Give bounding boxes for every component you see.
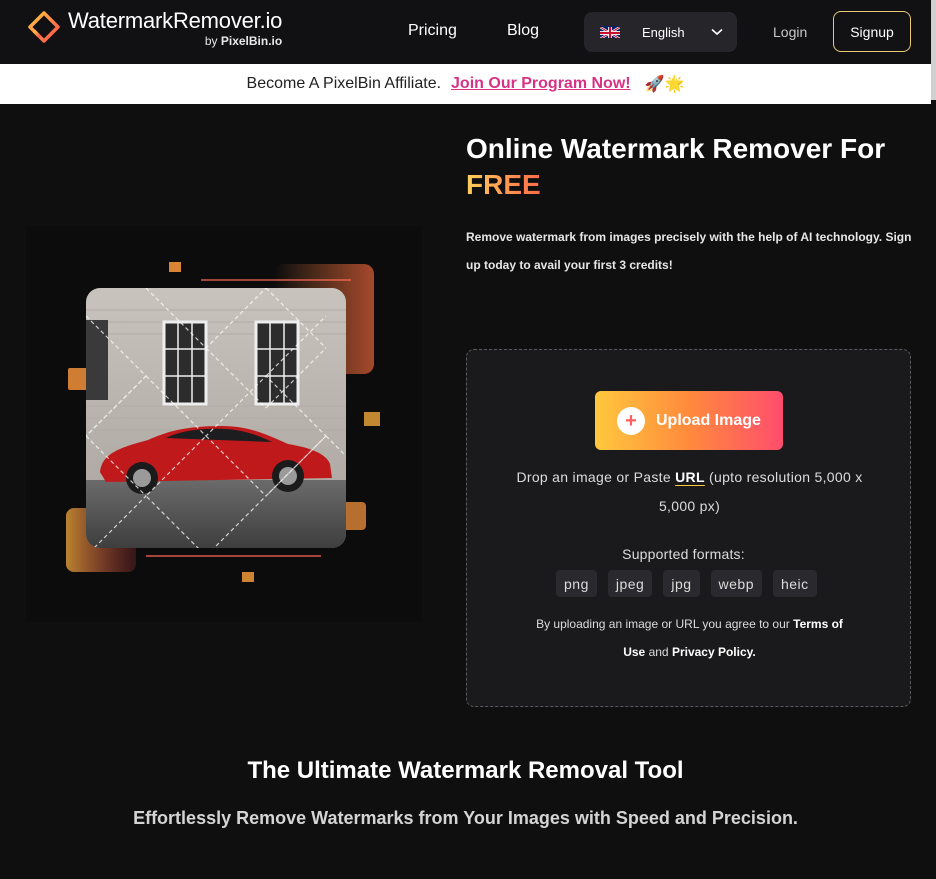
- hero-title: Online Watermark Remover For: [466, 133, 886, 164]
- hero-car-illustration: [26, 226, 422, 622]
- upload-image-button[interactable]: + Upload Image: [595, 391, 783, 450]
- language-select[interactable]: English: [584, 12, 737, 52]
- site-logo[interactable]: WatermarkRemover.io by PixelBin.io: [24, 8, 282, 48]
- plus-icon: +: [617, 406, 645, 435]
- nav-pricing-link[interactable]: Pricing: [408, 22, 457, 40]
- upload-button-label: Upload Image: [656, 411, 761, 429]
- banner-text: Become A PixelBin Affiliate.: [246, 75, 442, 92]
- format-chip: png: [556, 570, 597, 597]
- top-navbar: WatermarkRemover.io by PixelBin.io Prici…: [0, 0, 936, 64]
- logo-subtitle: by PixelBin.io: [204, 34, 283, 48]
- language-label: English: [642, 24, 685, 40]
- terms-notice: By uploading an image or URL you agree t…: [536, 617, 843, 659]
- format-chip: webp: [710, 570, 762, 597]
- format-chip: jpeg: [607, 570, 653, 597]
- join-program-link[interactable]: Join Our Program Now!: [451, 75, 631, 93]
- nav-blog-link[interactable]: Blog: [507, 22, 539, 40]
- uk-flag-icon: [600, 26, 620, 38]
- eraser-logo-icon: [24, 11, 60, 44]
- supported-formats-label: Supported formats:: [622, 546, 745, 562]
- format-chip: heic: [772, 570, 817, 597]
- rocket-star-emoji: 🚀🌟: [644, 76, 685, 93]
- scrollbar[interactable]: [931, 0, 936, 100]
- paste-url-link[interactable]: URL: [675, 469, 705, 485]
- hero-title-highlight: FREE: [466, 167, 541, 203]
- privacy-policy-link[interactable]: Privacy Policy.: [672, 645, 756, 659]
- format-chips: png jpeg jpg webp heic: [556, 570, 817, 597]
- section-title: The Ultimate Watermark Removal Tool: [247, 757, 684, 784]
- upload-dropzone[interactable]: + Upload Image Drop an image or Paste UR…: [466, 349, 911, 707]
- affiliate-banner: Become A PixelBin Affiliate. Join Our Pr…: [0, 64, 931, 104]
- hero-description: Remove watermark from images precisely w…: [466, 230, 912, 272]
- chevron-down-icon: [711, 28, 723, 36]
- format-chip: jpg: [663, 570, 700, 597]
- login-link[interactable]: Login: [773, 24, 807, 40]
- signup-button[interactable]: Signup: [833, 11, 911, 52]
- section-subtitle: Effortlessly Remove Watermarks from Your…: [133, 808, 798, 828]
- logo-title: WatermarkRemover.io: [68, 8, 283, 33]
- drop-instructions: Drop an image or Paste URL (upto resolut…: [516, 469, 863, 514]
